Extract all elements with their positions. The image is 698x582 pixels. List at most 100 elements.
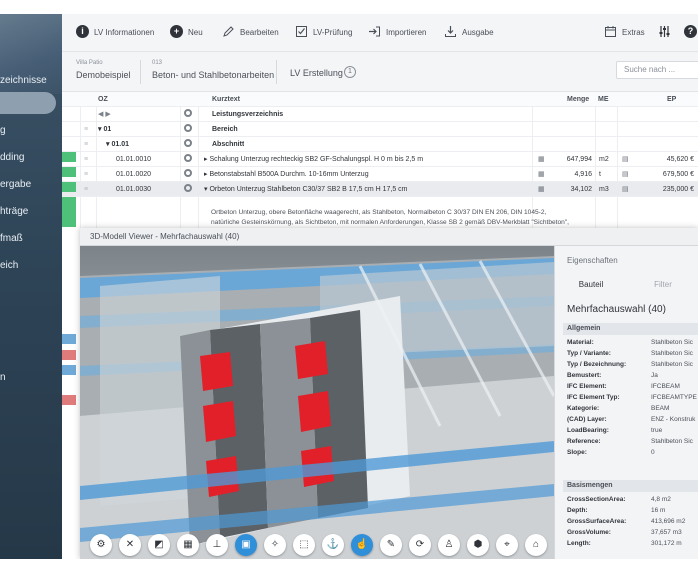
property-value: BEAM [651,405,670,412]
property-key: (CAD) Layer: [567,416,607,423]
import-button[interactable]: Importieren [368,14,426,52]
anchor-tool[interactable]: ⚓ [322,534,344,556]
new-button[interactable]: + Neu [170,14,203,52]
grid-tool[interactable]: ▦ [177,534,199,556]
section-tool[interactable]: ◩ [148,534,170,556]
help-icon: ? [684,25,697,39]
cube-rotate-tool[interactable]: ⟳ [409,534,431,556]
edit-button[interactable]: Bearbeiten [222,14,279,52]
project-name[interactable]: Demobeispiel [76,70,131,80]
filter-settings-button[interactable] [658,14,676,52]
sidebar-item[interactable]: hträge [0,201,62,223]
help-button[interactable]: ? [684,14,698,52]
property-key: LoadBearing: [567,427,609,434]
table-row[interactable]: ◀ ▶ Leistungsverzeichnis [62,107,698,122]
sidebar-item-label: g [0,125,6,136]
table-row[interactable]: ≡ 01.01.0020 ▸ Betonstabstahl B500A Durc… [62,167,698,182]
drag-handle-icon[interactable]: ≡ [84,152,88,167]
center-tool[interactable]: ✧ [264,534,286,556]
lv-name[interactable]: Beton- und Stahlbetonarbeiten [152,70,274,80]
drag-handle-icon[interactable]: ≡ [84,167,88,182]
property-key: CrossSectionArea: [567,496,626,503]
calculator-icon[interactable]: ▦ [538,167,545,182]
hand-tool[interactable]: ☝ [351,534,373,556]
calculator-icon[interactable]: ▦ [538,152,545,167]
nav-arrows-icon[interactable]: ◀ ▶ [98,107,111,122]
col-oz[interactable]: OZ [98,92,108,107]
cube-tool[interactable]: ⬢ [467,534,489,556]
property-value: true [651,427,663,434]
sidebar-item[interactable]: dding [0,147,62,169]
gear-icon [184,124,192,132]
property-value: 301,172 m [651,540,682,547]
project-small-label: Villa Patio [76,60,103,66]
sidebar-item[interactable]: eich [0,255,62,277]
status-marker [62,334,76,344]
mode-label: LV Erstellung [290,68,343,78]
property-value: Stahlbeton Sic [651,350,693,357]
divider [140,60,141,84]
property-value: Stahlbeton Sic [651,361,693,368]
lv-number: 013 [152,60,163,66]
drag-handle-icon[interactable]: ≡ [84,122,88,137]
col-kurztext[interactable]: Kurztext [212,92,240,107]
wrench-tool[interactable]: ✕ [119,534,141,556]
col-me[interactable]: ME [598,92,609,107]
property-value: 16 m [651,507,666,514]
table-row-selected[interactable]: ≡ 01.01.0030 ▾ Orbeton Unterzug Stahlbet… [62,182,698,197]
section-allgemein[interactable]: Allgemein [563,323,698,335]
lv-check-button[interactable]: LV-Prüfung [295,14,352,52]
sidebar-item[interactable]: zeichnisse [0,70,62,92]
search-input[interactable]: Suche nach ... [616,61,698,79]
col-ep[interactable]: EP [667,92,676,107]
person-tool[interactable]: ♙ [438,534,460,556]
select-box-tool[interactable]: ⬚ [293,534,315,556]
lv-info-button[interactable]: i LV Informationen [76,14,154,52]
sidebar-item[interactable]: n [0,367,62,389]
table-header: OZ Kurztext Menge ME EP [62,92,698,107]
table-row[interactable]: ≡ ▾ 01 Bereich [62,122,698,137]
sidebar-item[interactable] [0,92,56,114]
settings-tool[interactable]: ⚙ [90,534,112,556]
price-icon[interactable]: ▤ [622,167,629,182]
sidebar-item-label: eich [0,260,19,271]
price-icon[interactable]: ▤ [622,152,629,167]
sidebar-item[interactable]: g [0,120,62,142]
sidebar-item[interactable]: fmaß [0,228,62,250]
tree-tool[interactable]: ⊥ [206,534,228,556]
section-basismengen[interactable]: Basismengen [563,480,698,492]
table-row[interactable]: ≡ ▾ 01.01 Abschnitt [62,137,698,152]
tab-filter[interactable]: Filter [627,276,698,294]
output-button[interactable]: Ausgabe [444,14,494,52]
status-marker [62,197,76,227]
home-tool[interactable]: ⌂ [525,534,547,556]
table-row[interactable]: ≡ 01.01.0010 ▸ Schalung Unterzug rechtec… [62,152,698,167]
calculator-icon[interactable]: ▦ [538,182,545,197]
viewer-title[interactable]: 3D-Modell Viewer - Mehrfachauswahl (40) [80,228,698,246]
property-key: Typ / Variante: [567,350,611,357]
3d-scene[interactable]: ⚙ ✕ ◩ ▦ ⊥ ▣ ✧ ⬚ ⚓ ☝ ✎ ⟳ ♙ ⬢ ⌖ ⌂ [80,246,554,559]
fit-tool[interactable]: ⌖ [496,534,518,556]
extras-button[interactable]: Extras [604,14,645,52]
gear-icon [184,139,192,147]
selection-title: Mehrfachauswahl (40) [567,304,666,315]
property-value: 37,657 m3 [651,529,682,536]
property-key: IFC Element: [567,383,607,390]
save-view-tool[interactable]: ▣ [235,534,257,556]
measure-tool[interactable]: ✎ [380,534,402,556]
drag-handle-icon[interactable]: ≡ [84,137,88,152]
property-value: IFCBEAMTYPE [651,394,697,401]
model-viewer-window: 3D-Modell Viewer - Mehrfachauswahl (40) [80,228,698,559]
sidebar-item-label: dding [0,152,25,163]
property-key: Kategorie: [567,405,600,412]
property-key: IFC Element Typ: [567,394,620,401]
col-menge[interactable]: Menge [567,92,589,107]
info-icon: i [76,25,89,39]
price-icon[interactable]: ▤ [622,182,629,197]
mode-count-badge[interactable]: 1 [344,66,356,78]
drag-handle-icon[interactable]: ≡ [84,182,88,197]
divider [276,60,277,84]
sidebar-item[interactable]: ergabe [0,174,62,196]
tab-bauteil[interactable]: Bauteil [555,276,627,294]
toolbar: i LV Informationen + Neu Bearbeiten LV-Prü… [62,14,698,52]
